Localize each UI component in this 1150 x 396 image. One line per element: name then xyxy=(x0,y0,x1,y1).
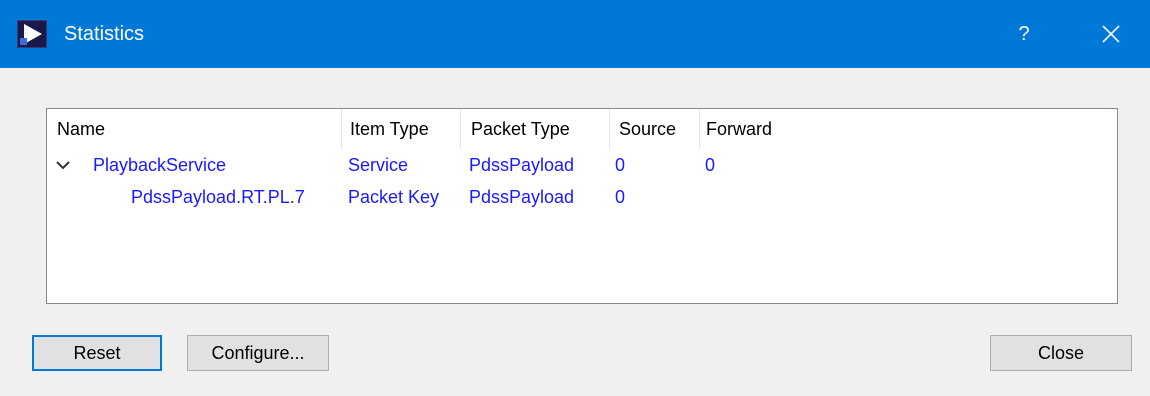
row-name: PlaybackService xyxy=(93,155,227,175)
window-title: Statistics xyxy=(64,23,145,45)
column-header-packet-type[interactable]: Packet Type xyxy=(465,109,607,149)
tree-header: Name Item Type Packet Type Source Forwar… xyxy=(47,109,1117,149)
configure-button[interactable]: Configure... xyxy=(187,335,329,371)
column-header-name[interactable]: Name xyxy=(51,109,341,149)
row-packet-type: PdssPayload xyxy=(469,187,575,207)
row-packet-type: PdssPayload xyxy=(469,155,575,175)
column-divider[interactable] xyxy=(341,109,342,149)
row-item-type: Packet Key xyxy=(348,187,440,207)
close-button[interactable]: Close xyxy=(990,335,1132,371)
chevron-down-icon[interactable] xyxy=(55,158,71,172)
help-button[interactable]: ? xyxy=(996,14,1052,54)
column-header-source[interactable]: Source xyxy=(613,109,697,149)
row-source: 0 xyxy=(615,187,626,207)
column-divider[interactable] xyxy=(460,109,461,149)
reset-button[interactable]: Reset xyxy=(32,335,162,371)
column-header-item-type[interactable]: Item Type xyxy=(344,109,459,149)
row-name: PdssPayload.RT.PL.7 xyxy=(131,187,305,207)
row-source: 0 xyxy=(615,155,626,175)
tree-row-playback-service[interactable]: PlaybackService Service PdssPayload 0 0 xyxy=(47,149,1117,181)
tree-row-packet-key[interactable]: PdssPayload.RT.PL.7 Packet Key PdssPaylo… xyxy=(47,181,1117,213)
title-bar[interactable]: Statistics ? xyxy=(0,0,1150,68)
statistics-tree[interactable]: Name Item Type Packet Type Source Forwar… xyxy=(46,108,1118,304)
row-forward: 0 xyxy=(705,155,716,175)
row-item-type: Service xyxy=(348,155,409,175)
statistics-dialog: Statistics ? Name Item Type Packet Type … xyxy=(0,0,1150,396)
column-header-forward[interactable]: Forward xyxy=(700,109,900,149)
close-window-button[interactable] xyxy=(1086,14,1136,54)
close-x-icon xyxy=(1102,25,1120,43)
column-divider[interactable] xyxy=(609,109,610,149)
play-triangle-icon xyxy=(17,20,47,48)
